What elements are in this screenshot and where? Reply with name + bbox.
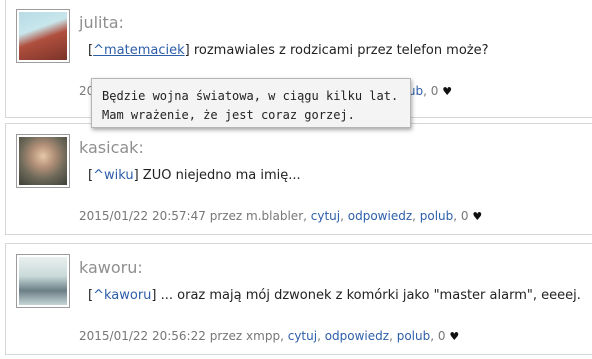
author-name[interactable]: kaworu: [79,258,143,277]
quote-link[interactable]: cytuj [311,209,340,223]
mention-link[interactable]: ^wiku [93,168,134,183]
post-source: przez xmpp [209,329,281,343]
message-text: [^wiku] ZUO niejedno ma imię... [88,168,301,183]
post-item: kaworu: [^kaworu] ... oraz mają mój dzwo… [5,243,592,355]
message-body: ZUO niejedno ma imię... [138,168,301,183]
message-text: [^kaworu] ... oraz mają mój dzwonek z ko… [88,288,581,303]
message-text: [^matemaciek] rozmawiales z rodzicami pr… [88,43,489,58]
avatar[interactable] [16,134,70,188]
avatar[interactable] [16,9,70,63]
post-item: kasicak: [^wiku] ZUO niejedno ma imię...… [5,123,592,235]
like-count: 0 [430,84,439,98]
like-count: 0 [460,209,469,223]
post-meta: 2015/01/22 20:56:22 przez xmpp, cytuj, o… [79,329,460,343]
avatar[interactable] [16,254,70,308]
heart-icon: ♥ [442,85,453,98]
reply-link[interactable]: odpowiedz [348,209,412,223]
message-body: rozmawiales z rodzicami przez telefon mo… [189,43,489,58]
post-source: przez m.blabler [209,209,304,223]
like-link[interactable]: polub [397,329,431,343]
post-datetime: 2015/01/22 20:56:22 [79,329,206,343]
heart-icon: ♥ [449,330,460,343]
like-link[interactable]: polub [420,209,454,223]
post-meta: 2015/01/22 20:57:47 przez m.blabler, cyt… [79,209,483,223]
mention-link[interactable]: ^matemaciek [93,43,185,58]
mention-tooltip: Będzie wojna światowa, w ciągu kilku lat… [91,78,411,128]
like-count: 0 [437,329,446,343]
mention-link[interactable]: ^kaworu [93,288,151,303]
message-body: ... oraz mają mój dzwonek z komórki jako… [156,288,581,303]
author-name[interactable]: kasicak: [79,138,144,157]
author-name[interactable]: julita: [79,13,124,32]
post-datetime: 2015/01/22 20:57:47 [79,209,206,223]
tooltip-line: Mam wrażenie, że jest coraz gorzej. [102,108,355,122]
tooltip-line: Będzie wojna światowa, w ciągu kilku lat… [102,89,399,103]
quote-link[interactable]: cytuj [288,329,317,343]
reply-link[interactable]: odpowiedz [325,329,389,343]
heart-icon: ♥ [472,210,483,223]
